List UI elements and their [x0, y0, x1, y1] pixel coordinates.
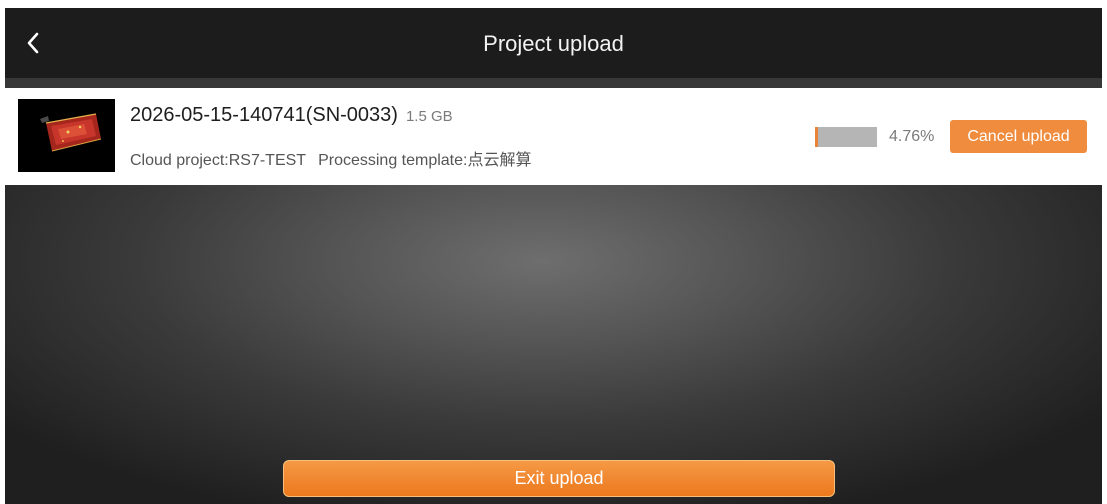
page-title: Project upload	[483, 31, 624, 56]
cancel-upload-button[interactable]: Cancel upload	[950, 120, 1087, 153]
project-name: 2026-05-15-140741(SN-0033)	[130, 104, 398, 126]
upload-list-item: 2026-05-15-140741(SN-0033) 1.5 GB Cloud p…	[5, 88, 1102, 185]
upload-title-line: 2026-05-15-140741(SN-0033) 1.5 GB	[130, 104, 453, 127]
app-header: Project upload	[5, 8, 1102, 78]
project-thumbnail	[18, 99, 115, 172]
upload-progress-bar	[815, 127, 877, 147]
processing-template-text: Processing template:点云解算	[318, 152, 532, 169]
upload-content-area	[5, 185, 1102, 504]
header-divider	[5, 78, 1102, 88]
upload-progress-percent: 4.76%	[889, 128, 935, 145]
project-meta: Cloud project:RS7-TEST Processing templat…	[130, 146, 531, 170]
upload-progress-fill	[815, 127, 818, 147]
exit-upload-button[interactable]: Exit upload	[283, 460, 835, 497]
project-size: 1.5 GB	[405, 108, 453, 125]
cloud-project-text: Cloud project:RS7-TEST	[130, 152, 307, 169]
